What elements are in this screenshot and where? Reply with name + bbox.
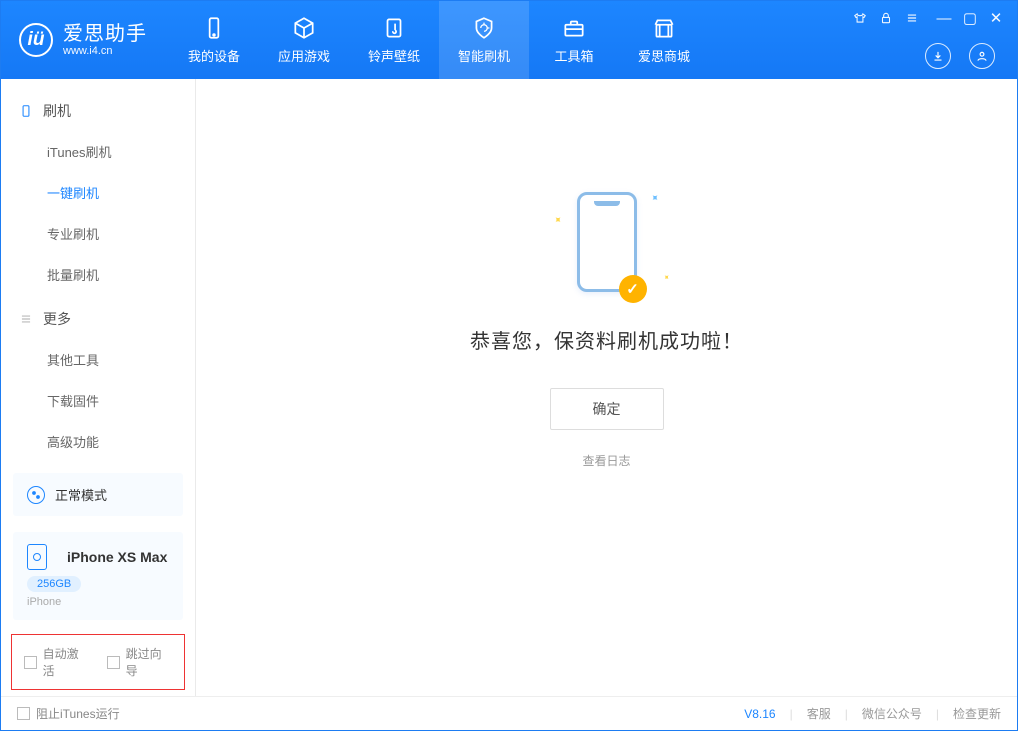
divider: |	[936, 707, 939, 721]
device-icon	[201, 15, 227, 41]
minimize-button[interactable]: —	[937, 11, 951, 25]
flash-options-highlight: 自动激活 跳过向导	[11, 634, 185, 690]
checkbox-icon	[24, 656, 37, 669]
device-type: iPhone	[27, 596, 61, 608]
phone-icon	[19, 104, 33, 118]
check-update-link[interactable]: 检查更新	[953, 705, 1001, 722]
maximize-button[interactable]: ▢	[963, 11, 977, 25]
device-name: iPhone XS Max	[67, 549, 167, 565]
close-button[interactable]: ✕	[989, 11, 1003, 25]
sidebar-item-onekey-flash[interactable]: 一键刷机	[1, 172, 195, 213]
divider: |	[790, 707, 793, 721]
content-body: 刷机 iTunes刷机 一键刷机 专业刷机 批量刷机 更多 其他工具 下载固件 …	[1, 79, 1017, 696]
checkbox-label: 跳过向导	[126, 645, 172, 679]
sidebar-item-download-firmware[interactable]: 下载固件	[1, 380, 195, 421]
sparkle-icon: ✦	[647, 191, 661, 205]
sidebar: 刷机 iTunes刷机 一键刷机 专业刷机 批量刷机 更多 其他工具 下载固件 …	[1, 79, 196, 696]
logo-icon: iü	[19, 23, 53, 57]
window-controls-row: — ▢ ✕	[853, 11, 1003, 25]
checkbox-label: 自动激活	[43, 645, 89, 679]
nav-label: 工具箱	[554, 46, 593, 65]
checkbox-icon	[17, 707, 30, 720]
divider: |	[845, 707, 848, 721]
mode-label: 正常模式	[55, 485, 107, 504]
device-card[interactable]: iPhone XS Max 256GB iPhone	[13, 532, 183, 620]
app-window: iü 爱思助手 www.i4.cn 我的设备 应用游戏 铃声壁纸 智能刷机	[0, 0, 1018, 731]
section-title: 刷机	[43, 101, 71, 121]
checkmark-badge-icon: ✓	[619, 275, 647, 303]
checkbox-block-itunes[interactable]: 阻止iTunes运行	[17, 705, 120, 722]
sidebar-scroll: 刷机 iTunes刷机 一键刷机 专业刷机 批量刷机 更多 其他工具 下载固件 …	[1, 79, 195, 465]
statusbar: 阻止iTunes运行 V8.16 | 客服 | 微信公众号 | 检查更新	[1, 696, 1017, 730]
mode-card[interactable]: 正常模式	[13, 473, 183, 516]
sidebar-item-itunes-flash[interactable]: iTunes刷机	[1, 131, 195, 172]
window-controls: — ▢ ✕	[937, 11, 1003, 25]
nav-label: 铃声壁纸	[368, 46, 420, 65]
checkbox-label: 阻止iTunes运行	[36, 705, 120, 722]
user-button[interactable]	[969, 43, 995, 69]
app-url: www.i4.cn	[63, 45, 147, 57]
nav-flash[interactable]: 智能刷机	[439, 1, 529, 79]
nav-toolbox[interactable]: 工具箱	[529, 1, 619, 79]
sidebar-item-advanced[interactable]: 高级功能	[1, 421, 195, 462]
section-title: 更多	[43, 309, 71, 329]
music-icon	[381, 15, 407, 41]
store-icon	[651, 15, 677, 41]
footer-right: V8.16 | 客服 | 微信公众号 | 检查更新	[744, 705, 1001, 722]
nav-ringtone[interactable]: 铃声壁纸	[349, 1, 439, 79]
nav-label: 应用游戏	[278, 46, 330, 65]
success-message: 恭喜您，保资料刷机成功啦！	[470, 325, 743, 354]
device-icon	[27, 544, 47, 570]
sidebar-item-other-tools[interactable]: 其他工具	[1, 339, 195, 380]
wechat-link[interactable]: 微信公众号	[862, 705, 922, 722]
download-icon	[931, 49, 945, 63]
sidebar-item-pro-flash[interactable]: 专业刷机	[1, 213, 195, 254]
logo-text: 爱思助手 www.i4.cn	[63, 23, 147, 57]
user-icon	[975, 49, 989, 63]
device-capacity: 256GB	[27, 576, 81, 592]
mode-icon	[27, 486, 45, 504]
ok-button[interactable]: 确定	[550, 388, 664, 430]
checkbox-skip-guide[interactable]: 跳过向导	[107, 645, 172, 679]
sidebar-item-batch-flash[interactable]: 批量刷机	[1, 254, 195, 295]
version-label: V8.16	[744, 707, 775, 721]
support-link[interactable]: 客服	[807, 705, 831, 722]
section-more: 更多	[1, 295, 195, 339]
main-nav: 我的设备 应用游戏 铃声壁纸 智能刷机 工具箱 爱思商城	[169, 1, 709, 79]
nav-label: 我的设备	[188, 46, 240, 65]
shield-refresh-icon	[471, 15, 497, 41]
footer-left: 阻止iTunes运行	[17, 705, 120, 722]
app-name: 爱思助手	[63, 23, 147, 45]
sparkle-icon: ✦	[550, 213, 564, 227]
tshirt-icon[interactable]	[853, 11, 867, 25]
sparkle-icon: ✦	[660, 271, 671, 282]
cube-icon	[291, 15, 317, 41]
view-log-link[interactable]: 查看日志	[582, 452, 630, 469]
menu-icon[interactable]	[905, 11, 919, 25]
success-illustration: ✦ ✦ ✦ ✓	[547, 187, 667, 297]
checkbox-icon	[107, 656, 120, 669]
header-actions	[925, 43, 995, 69]
logo: iü 爱思助手 www.i4.cn	[1, 1, 169, 79]
lock-icon[interactable]	[879, 11, 893, 25]
nav-my-device[interactable]: 我的设备	[169, 1, 259, 79]
device-row: iPhone XS Max	[27, 544, 167, 570]
nav-label: 智能刷机	[458, 46, 510, 65]
nav-apps[interactable]: 应用游戏	[259, 1, 349, 79]
checkbox-auto-activate[interactable]: 自动激活	[24, 645, 89, 679]
nav-label: 爱思商城	[638, 46, 690, 65]
toolbox-icon	[561, 15, 587, 41]
nav-store[interactable]: 爱思商城	[619, 1, 709, 79]
main-panel: ✦ ✦ ✦ ✓ 恭喜您，保资料刷机成功啦！ 确定 查看日志	[196, 79, 1017, 696]
download-button[interactable]	[925, 43, 951, 69]
section-flash: 刷机	[1, 87, 195, 131]
list-icon	[19, 312, 33, 326]
titlebar: iü 爱思助手 www.i4.cn 我的设备 应用游戏 铃声壁纸 智能刷机	[1, 1, 1017, 79]
